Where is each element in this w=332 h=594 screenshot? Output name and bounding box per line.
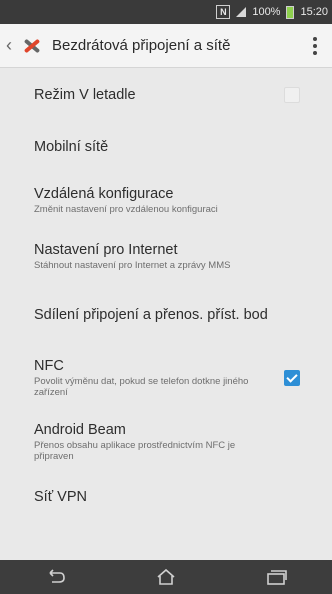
setting-title: Sdílení připojení a přenos. příst. bod xyxy=(34,307,268,323)
settings-list: Režim V letadle Mobilní sítě Vzdálená ko… xyxy=(0,68,332,520)
setting-android-beam[interactable]: Android Beam Přenos obsahu aplikace pros… xyxy=(0,410,332,474)
setting-title: Nastavení pro Internet xyxy=(34,241,178,258)
recent-apps-button[interactable] xyxy=(257,563,297,591)
setting-title: Android Beam xyxy=(34,422,126,438)
clock: 15:20 xyxy=(300,6,328,18)
setting-subtitle: Povolit výměnu dat, pokud se telefon dot… xyxy=(34,376,249,398)
back-button[interactable] xyxy=(35,563,75,591)
setting-vpn[interactable]: Síť VPN xyxy=(0,474,332,520)
recent-apps-icon xyxy=(266,570,287,585)
setting-subtitle: Změnit nastavení pro vzdálenou konfigura… xyxy=(34,203,218,215)
setting-remote-config[interactable]: Vzdálená konfigurace Změnit nastavení pr… xyxy=(0,172,332,228)
setting-mobile-networks[interactable]: Mobilní sítě xyxy=(0,122,332,172)
battery-icon xyxy=(286,5,295,19)
setting-title: NFC xyxy=(34,358,64,374)
nfc-status-icon: N xyxy=(216,5,231,19)
navigation-bar xyxy=(0,560,332,594)
setting-internet[interactable]: Nastavení pro Internet Stáhnout nastaven… xyxy=(0,228,332,284)
signal-icon xyxy=(236,7,247,17)
battery-percent: 100% xyxy=(252,6,281,18)
home-button[interactable] xyxy=(146,563,186,591)
setting-title: Vzdálená konfigurace xyxy=(34,185,174,202)
back-chevron-icon[interactable]: ‹ xyxy=(2,35,16,56)
setting-title: Režim V letadle xyxy=(34,87,136,103)
page-title: Bezdrátová připojení a sítě xyxy=(52,37,231,54)
setting-title: Mobilní sítě xyxy=(34,139,109,155)
setting-nfc[interactable]: NFC Povolit výměnu dat, pokud se telefon… xyxy=(0,346,332,410)
setting-title: Síť VPN xyxy=(34,489,87,505)
home-icon xyxy=(157,568,175,585)
status-bar: N 100% 15:20 xyxy=(0,0,332,24)
back-arrow-icon xyxy=(49,569,66,583)
setting-subtitle: Stáhnout nastavení pro Internet a zprávy… xyxy=(34,259,231,271)
setting-tethering[interactable]: Sdílení připojení a přenos. příst. bod xyxy=(0,284,332,346)
nfc-checkbox[interactable] xyxy=(284,370,300,386)
overflow-menu-icon[interactable] xyxy=(304,31,326,61)
airplane-mode-checkbox[interactable] xyxy=(284,87,300,103)
tools-icon xyxy=(20,34,44,58)
setting-airplane-mode[interactable]: Režim V letadle xyxy=(0,68,332,122)
action-bar: ‹ Bezdrátová připojení a sítě xyxy=(0,24,332,68)
setting-subtitle: Přenos obsahu aplikace prostřednictvím N… xyxy=(34,440,236,462)
